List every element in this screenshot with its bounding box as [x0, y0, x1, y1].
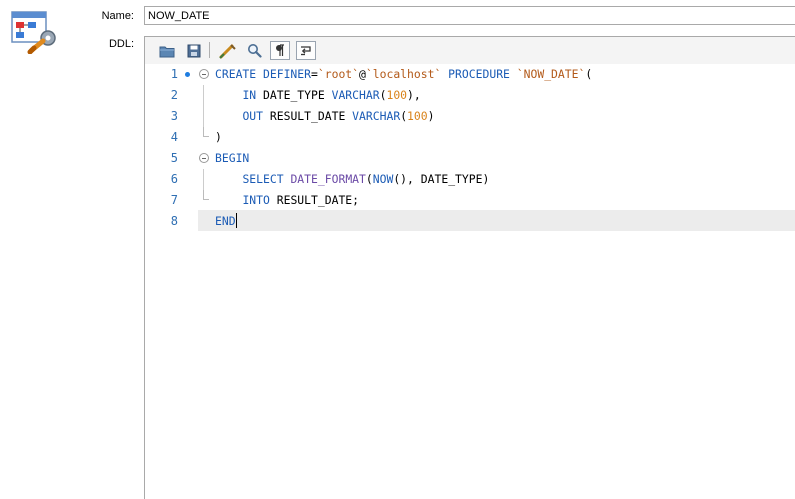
- code-line[interactable]: 1 CREATE DEFINER=`root`@`localhost` PROCE…: [145, 64, 795, 85]
- name-input[interactable]: [144, 6, 795, 25]
- fold-guide: [203, 85, 204, 106]
- fold-guide: [203, 106, 204, 127]
- code-line[interactable]: 4): [145, 127, 795, 148]
- code-line[interactable]: 7 INTO RESULT_DATE;: [145, 190, 795, 211]
- fold-toggle-icon[interactable]: [199, 69, 209, 79]
- save-icon[interactable]: [184, 41, 204, 60]
- ddl-label: DDL:: [108, 38, 134, 50]
- line-number: 6: [170, 172, 178, 186]
- line-number: 7: [170, 193, 178, 207]
- fold-end-icon: [203, 190, 209, 200]
- code-text: SELECT DATE_FORMAT(NOW(), DATE_TYPE): [242, 172, 490, 186]
- fold-end-icon: [203, 127, 209, 137]
- line-number: 3: [170, 109, 178, 123]
- stored-procedure-logo-icon: [11, 11, 56, 54]
- code-line[interactable]: 2 IN DATE_TYPE VARCHAR(100),: [145, 85, 795, 106]
- code-text: END: [215, 213, 238, 228]
- code-text: BEGIN: [215, 151, 250, 165]
- fold-guide: [203, 169, 204, 190]
- fold-toggle-icon[interactable]: [199, 153, 209, 163]
- code-text: OUT RESULT_DATE VARCHAR(100): [242, 109, 435, 123]
- code-text: INTO RESULT_DATE;: [242, 193, 360, 207]
- beautify-icon[interactable]: [218, 41, 238, 60]
- code-text: CREATE DEFINER=`root`@`localhost` PROCED…: [215, 67, 593, 81]
- find-icon[interactable]: [244, 41, 264, 60]
- line-number: 2: [170, 88, 178, 102]
- code-line[interactable]: 5 BEGIN: [145, 148, 795, 169]
- ddl-editor[interactable]: 1 CREATE DEFINER=`root`@`localhost` PROCE…: [144, 36, 795, 499]
- line-number: 5: [170, 151, 178, 165]
- name-label: Name:: [101, 10, 134, 22]
- code-line[interactable]: 6 SELECT DATE_FORMAT(NOW(), DATE_TYPE): [145, 169, 795, 190]
- code-line[interactable]: 8 END: [145, 211, 795, 232]
- code-text: ): [215, 130, 222, 144]
- bookmark-dot-icon: [185, 72, 190, 77]
- line-number: 8: [170, 214, 178, 228]
- text-caret: [235, 213, 238, 228]
- open-icon[interactable]: [157, 41, 177, 60]
- code-line[interactable]: 3 OUT RESULT_DATE VARCHAR(100): [145, 106, 795, 127]
- code-text: IN DATE_TYPE VARCHAR(100),: [242, 88, 421, 102]
- word-wrap-icon[interactable]: [296, 41, 316, 60]
- editor-toolbar: [145, 37, 795, 64]
- show-whitespace-icon[interactable]: [270, 41, 290, 60]
- line-number: 4: [170, 130, 178, 144]
- line-number: 1: [170, 67, 178, 81]
